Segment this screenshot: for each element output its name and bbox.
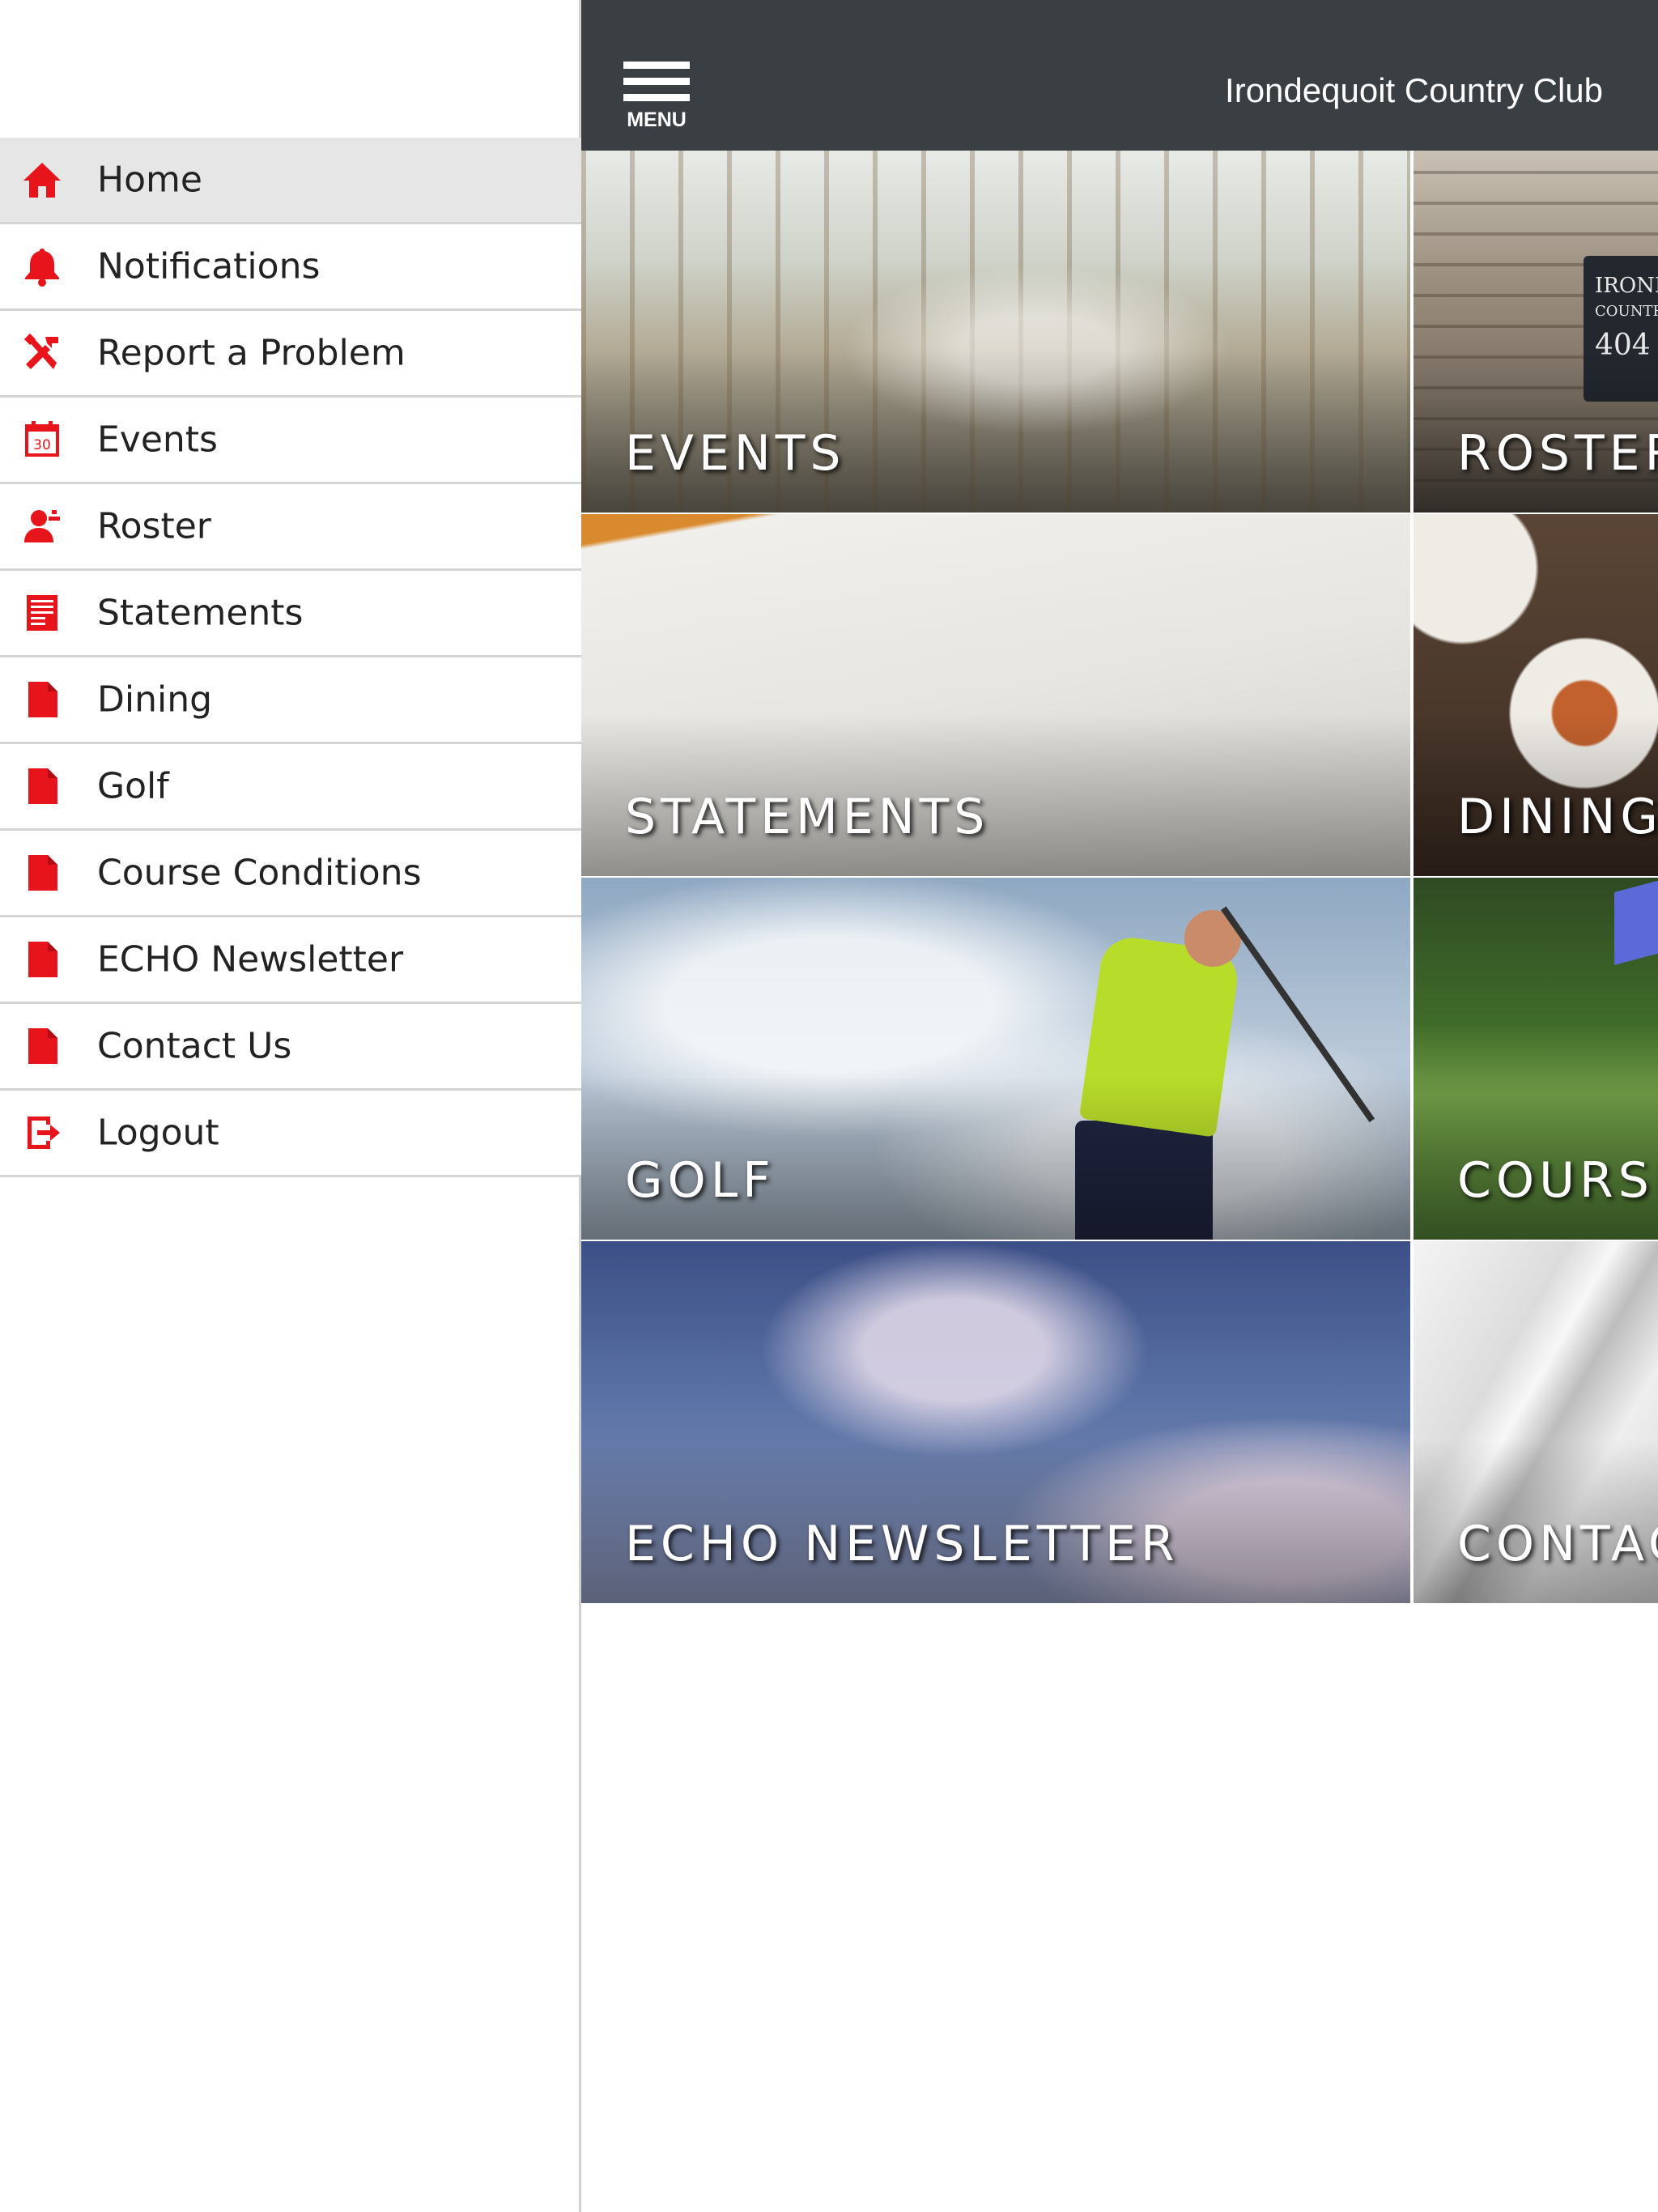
sidebar-item-dining[interactable]: Dining	[0, 657, 581, 744]
sidebar-item-echo-newsletter[interactable]: ECHO Newsletter	[0, 917, 581, 1004]
document-icon	[19, 1023, 65, 1069]
club-name-title: Irondequoit Country Club	[1225, 71, 1603, 109]
menu-button-label: MENU	[627, 108, 687, 131]
tile-contact-us[interactable]: CONTACT US	[1414, 1241, 1658, 1603]
document-icon	[19, 937, 65, 982]
tile-label: COURSE CONDITIONS	[1457, 1152, 1658, 1209]
tile-events[interactable]: EVENTS	[581, 151, 1410, 513]
sidebar-item-label: Report a Problem	[97, 332, 406, 374]
home-icon	[19, 157, 65, 202]
sidebar-item-label: Dining	[97, 678, 213, 721]
main-content: MENU Irondequoit Country Club EVENTS IRO…	[581, 0, 1658, 2212]
logout-icon	[19, 1110, 65, 1155]
sidebar-item-logout[interactable]: Logout	[0, 1091, 581, 1177]
tile-label: GOLF	[625, 1152, 776, 1209]
sidebar-item-label: Contact Us	[97, 1025, 292, 1067]
flag-image	[1614, 878, 1658, 966]
tile-label: STATEMENTS	[625, 789, 990, 845]
tile-label: ROSTER	[1457, 425, 1658, 482]
sidebar-item-label: Notifications	[97, 245, 321, 287]
statement-icon	[19, 590, 65, 636]
document-icon	[19, 850, 65, 895]
sidebar-item-label: Course Conditions	[97, 852, 422, 894]
sidebar-item-events[interactable]: 30 Events	[0, 398, 581, 484]
sidebar-item-contact-us[interactable]: Contact Us	[0, 1004, 581, 1091]
calendar-icon: 30	[19, 417, 65, 462]
tile-statements[interactable]: STATEMENTS	[581, 514, 1410, 876]
tile-label: ECHO NEWSLETTER	[625, 1516, 1180, 1572]
sidebar-item-report-a-problem[interactable]: Report a Problem	[0, 311, 581, 398]
sidebar-item-course-conditions[interactable]: Course Conditions	[0, 831, 581, 917]
tile-course-conditions[interactable]: COURSE CONDITIONS	[1414, 878, 1658, 1240]
bell-icon	[19, 244, 65, 289]
sidebar-item-label: Home	[97, 159, 202, 201]
sidebar-item-label: ECHO Newsletter	[97, 938, 404, 981]
document-icon	[19, 764, 65, 809]
navigation-drawer: Home Notifications Report a Problem 30 E…	[0, 0, 581, 2212]
menu-button[interactable]: MENU	[623, 62, 690, 134]
menu-list: Home Notifications Report a Problem 30 E…	[0, 138, 581, 1177]
tile-golf[interactable]: GOLF	[581, 878, 1410, 1240]
document-icon	[19, 677, 65, 722]
sidebar-item-label: Logout	[97, 1112, 219, 1154]
sidebar-item-label: Golf	[97, 765, 169, 807]
sidebar-item-label: Statements	[97, 592, 304, 634]
sidebar-item-notifications[interactable]: Notifications	[0, 224, 581, 311]
calendar-day-text: 30	[33, 437, 51, 453]
sidebar-item-statements[interactable]: Statements	[0, 571, 581, 657]
tile-label: CONTACT US	[1457, 1516, 1658, 1572]
tile-roster[interactable]: IRONDE COUNTRY 404 ROSTER	[1414, 151, 1658, 513]
tile-grid: EVENTS IRONDE COUNTRY 404 ROSTER STATEME…	[581, 151, 1658, 1603]
top-bar: MENU Irondequoit Country Club	[581, 0, 1658, 151]
tools-icon	[19, 330, 65, 376]
person-icon	[19, 504, 65, 549]
sidebar-item-roster[interactable]: Roster	[0, 484, 581, 571]
sidebar-item-home[interactable]: Home	[0, 138, 581, 224]
sidebar-item-golf[interactable]: Golf	[0, 744, 581, 831]
tile-echo-newsletter[interactable]: ECHO NEWSLETTER	[581, 1241, 1410, 1603]
tile-label: DINING	[1457, 789, 1658, 845]
sidebar-item-label: Events	[97, 419, 218, 461]
sidebar-item-label: Roster	[97, 505, 211, 547]
tile-dining[interactable]: DINING	[1414, 514, 1658, 876]
tile-label: EVENTS	[625, 425, 846, 482]
